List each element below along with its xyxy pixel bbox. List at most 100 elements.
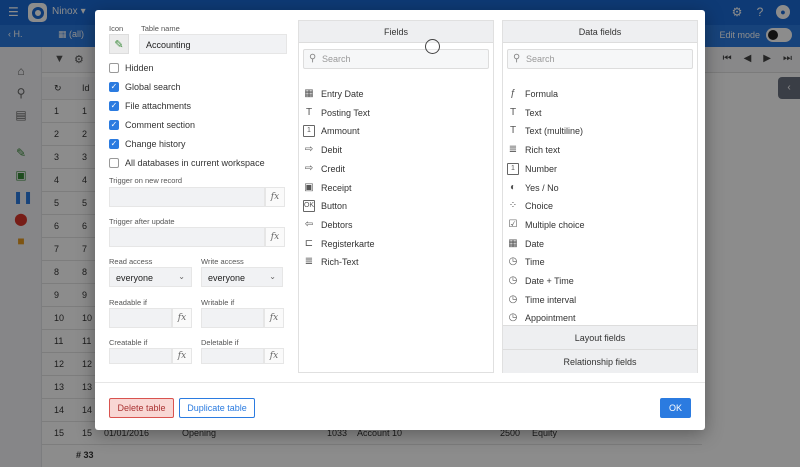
fields-search-input[interactable]: ⚲ Search (303, 49, 489, 69)
button-icon: OK (303, 200, 315, 213)
field-item-label: Receipt (321, 182, 352, 193)
field-item-label: Text (multiline) (525, 126, 584, 137)
field-item[interactable]: ◷ Time (507, 256, 545, 268)
table-name-label: Table name (141, 24, 180, 33)
clock-icon: ◷ (508, 256, 518, 268)
field-item[interactable]: ⁘ Choice (507, 200, 553, 212)
field-item[interactable]: ⊏ Registerkarte (303, 238, 375, 250)
field-item[interactable]: ƒ Formula (507, 88, 558, 100)
formula-icon: ƒ (510, 88, 516, 99)
arrow-left-icon: ⇦ (304, 218, 314, 230)
deletable-if-field[interactable] (201, 348, 264, 364)
table-name-input[interactable]: Accounting (139, 34, 287, 54)
field-item-label: Entry Date (321, 89, 364, 99)
field-item[interactable]: ≣ Rich-Text (303, 256, 359, 268)
text-icon: T (509, 125, 517, 137)
field-item-label: Choice (525, 201, 554, 212)
field-item[interactable]: 1 Number (507, 162, 558, 175)
field-item[interactable]: ⇦ Debtors (303, 219, 353, 231)
text-icon: T (305, 106, 313, 118)
field-item-label: Multiple choice (525, 219, 585, 230)
creatable-if-field[interactable] (109, 348, 172, 364)
field-item[interactable]: T Text (507, 107, 542, 119)
field-item[interactable]: ▣ Receipt (303, 182, 352, 194)
write-access-select[interactable]: everyone ⌄ (201, 267, 283, 287)
relationship-fields-button[interactable]: Relationship fields (503, 349, 697, 373)
field-item[interactable]: ⇨ Credit (303, 163, 345, 175)
choice-icon: ⁘ (508, 200, 518, 212)
layout-fields-button[interactable]: Layout fields (503, 325, 697, 349)
field-item-label: Button (321, 201, 348, 212)
checkbox-hidden[interactable]: Hidden (109, 63, 154, 73)
checkbox-icon[interactable] (109, 158, 119, 168)
writable-if-field[interactable] (201, 308, 264, 328)
deletable-if-label: Deletable if (201, 338, 239, 347)
checkbox-label: Comment section (125, 120, 196, 130)
field-item[interactable]: ◷ Appointment (507, 312, 576, 324)
field-item-label: Debit (321, 145, 343, 156)
readable-if-field[interactable] (109, 308, 172, 328)
data-fields-panel: Data fields ⚲ Search ƒ Formula T Text T Text (… (502, 20, 698, 373)
formula-editor-button[interactable]: fx (172, 308, 192, 328)
field-item-label: Time interval (525, 294, 577, 305)
field-item-label: Yes / No (525, 182, 559, 193)
table-icon-picker[interactable]: ✎ (109, 34, 129, 54)
checkmark-icon[interactable]: ✓ (109, 82, 119, 92)
checkbox-label: File attachments (125, 101, 192, 111)
duplicate-table-button[interactable]: Duplicate table (179, 398, 255, 418)
formula-editor-button[interactable]: fx (265, 227, 285, 247)
field-item[interactable]: ▦ Entry Date (303, 88, 364, 100)
field-item-label: Rich-Text (321, 257, 359, 268)
field-item-label: Ammount (321, 126, 360, 137)
field-item-label: Credit (321, 163, 346, 174)
field-item[interactable]: ☑ Multiple choice (507, 219, 585, 231)
field-item[interactable]: OK Button (303, 200, 348, 213)
field-item[interactable]: T Text (multiline) (507, 125, 583, 137)
trigger-new-field[interactable] (109, 187, 265, 207)
field-item[interactable]: ◷ Date + Time (507, 275, 574, 287)
field-item-label: Text (525, 107, 542, 118)
read-access-select[interactable]: everyone ⌄ (109, 267, 192, 287)
field-item-label: Formula (525, 89, 559, 99)
number-icon: 1 (507, 162, 519, 175)
arrow-right-icon: ⇨ (304, 162, 314, 174)
trigger-update-label: Trigger after update (109, 217, 175, 226)
checkbox-label: All databases in current workspace (125, 158, 265, 168)
checkbox-label: Hidden (125, 63, 154, 73)
formula-editor-button[interactable]: fx (265, 187, 285, 207)
trigger-new-label: Trigger on new record (109, 176, 183, 185)
field-item[interactable]: T Posting Text (303, 107, 370, 119)
arrow-right-icon: ⇨ (304, 144, 314, 156)
writable-if-label: Writable if (201, 298, 235, 307)
field-item[interactable]: ▦ Date (507, 238, 544, 250)
checkmark-icon[interactable]: ✓ (109, 120, 119, 130)
field-item[interactable]: ◷ Time interval (507, 293, 577, 306)
number-icon: 1 (303, 125, 315, 138)
checkbox-global-search[interactable]: ✓ Global search (109, 82, 181, 92)
field-item[interactable]: ≣ Rich text (507, 144, 560, 156)
checkmark-icon[interactable]: ✓ (109, 139, 119, 149)
field-item[interactable]: 1 Ammount (303, 125, 360, 138)
field-item[interactable]: ◐ Yes / No (507, 182, 559, 194)
formula-editor-button[interactable]: fx (264, 308, 284, 328)
checkbox-file-attachments[interactable]: ✓ File attachments (109, 101, 191, 111)
clock-icon: ◷ (508, 293, 518, 305)
fields-panel: Fields ⚲ Search ▦ Entry Date T Posting Text 1… (298, 20, 494, 373)
formula-editor-button[interactable]: fx (264, 348, 284, 364)
checkbox-all-databases-in-current-workspace[interactable]: All databases in current workspace (109, 158, 265, 168)
checkbox-icon[interactable] (109, 63, 119, 73)
trigger-update-field[interactable] (109, 227, 265, 247)
field-item[interactable]: ⇨ Debit (303, 144, 342, 156)
field-item-label: Appointment (525, 313, 576, 324)
field-item-label: Posting Text (321, 107, 370, 118)
calendar-icon: ▦ (508, 237, 518, 249)
checkmark-icon[interactable]: ✓ (109, 101, 119, 111)
fields-panel-title: Fields (299, 21, 493, 43)
delete-table-button[interactable]: Delete table (109, 398, 174, 418)
ok-button[interactable]: OK (660, 398, 691, 418)
checkbox-change-history[interactable]: ✓ Change history (109, 139, 186, 149)
field-item-label: Rich text (525, 145, 561, 156)
field-item-label: Number (525, 163, 558, 174)
checkbox-comment-section[interactable]: ✓ Comment section (109, 120, 195, 130)
formula-editor-button[interactable]: fx (172, 348, 192, 364)
